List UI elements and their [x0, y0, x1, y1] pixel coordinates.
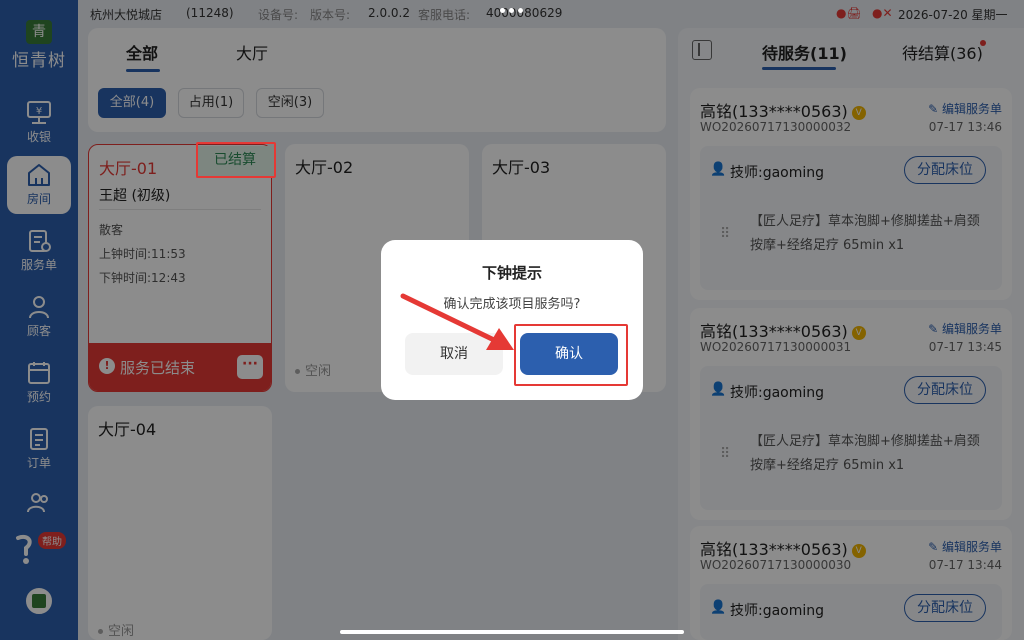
- annotation-arrow: [400, 293, 514, 350]
- home-indicator[interactable]: [340, 630, 684, 634]
- multitask-dots-icon[interactable]: [500, 8, 524, 14]
- arrow-shaft: [400, 293, 497, 343]
